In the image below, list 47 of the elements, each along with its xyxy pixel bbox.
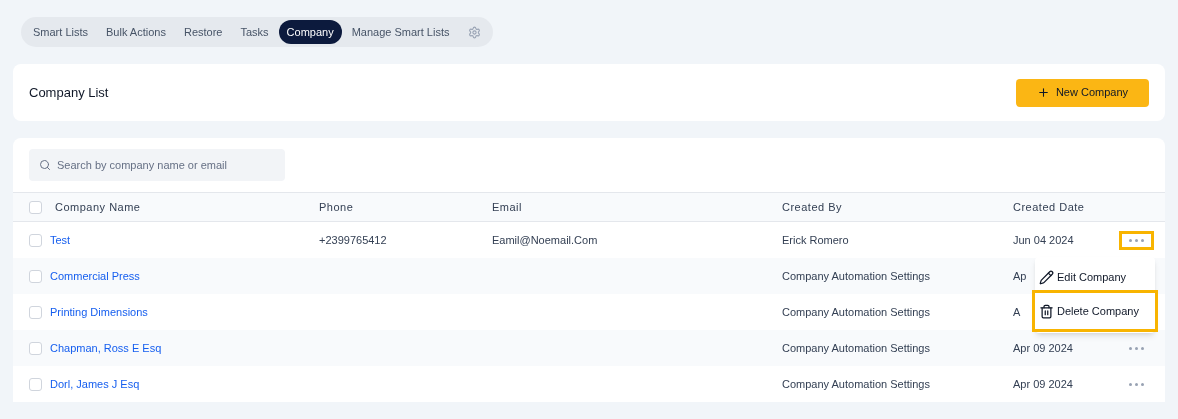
company-link[interactable]: Chapman, Ross E Esq bbox=[50, 339, 162, 357]
settings-icon[interactable] bbox=[467, 25, 481, 39]
table-cell-text: A bbox=[1013, 304, 1021, 320]
search-field[interactable]: Search by company name or email bbox=[29, 149, 285, 181]
company-link[interactable]: Dorl, James J Esq bbox=[50, 375, 140, 393]
tab[interactable]: Smart Lists bbox=[25, 20, 96, 44]
table-cell-text: Company Automation Settings bbox=[782, 268, 931, 284]
table-cell-text: Apr 09 2024 bbox=[1013, 340, 1073, 356]
company-link[interactable]: Printing Dimensions bbox=[50, 303, 148, 321]
table-cell-text: Ap bbox=[1013, 268, 1027, 284]
table-cell-text: Jun 04 2024 bbox=[1013, 232, 1074, 248]
column-header: Created Date bbox=[1013, 199, 1086, 215]
menu-item[interactable]: Delete Company bbox=[1035, 293, 1155, 329]
tab[interactable]: Restore bbox=[175, 20, 231, 44]
tab[interactable]: Manage Smart Lists bbox=[343, 20, 458, 44]
column-header: Email bbox=[492, 199, 523, 215]
trash-icon bbox=[1039, 303, 1054, 319]
table-cell-text: Company Automation Settings bbox=[782, 376, 931, 392]
more-icon[interactable] bbox=[1129, 382, 1144, 386]
table-cell-text: Erick Romero bbox=[782, 232, 850, 248]
column-header: Created By bbox=[782, 199, 844, 215]
checkbox[interactable] bbox=[29, 200, 42, 214]
column-header: Company Name bbox=[55, 199, 141, 215]
search-icon bbox=[39, 159, 51, 171]
pencil-icon bbox=[1039, 269, 1054, 285]
tab[interactable]: Company bbox=[278, 20, 342, 44]
more-icon[interactable] bbox=[1129, 238, 1144, 242]
table-cell-text: Company Automation Settings bbox=[782, 340, 931, 356]
table-cell-text: Apr 09 2024 bbox=[1013, 376, 1073, 392]
tab[interactable]: Bulk Actions bbox=[98, 20, 174, 44]
checkbox[interactable] bbox=[29, 269, 42, 283]
checkbox[interactable] bbox=[29, 305, 42, 319]
checkbox[interactable] bbox=[29, 341, 42, 355]
table-cell: Eamil@Noemail.Com bbox=[492, 233, 598, 246]
checkbox[interactable] bbox=[29, 377, 42, 391]
company-link[interactable]: Commercial Press bbox=[50, 267, 140, 285]
column-header: Phone bbox=[319, 199, 355, 215]
menu-item[interactable]: Edit Company bbox=[1035, 261, 1155, 293]
more-icon[interactable] bbox=[1129, 346, 1144, 350]
checkbox[interactable] bbox=[29, 233, 42, 247]
plus-icon bbox=[1036, 86, 1050, 99]
page-title: Company List bbox=[29, 83, 109, 102]
tab[interactable]: Tasks bbox=[232, 20, 277, 44]
table-cell: +2399765412 bbox=[319, 233, 387, 246]
company-link[interactable]: Test bbox=[50, 231, 71, 249]
table-cell-text: Company Automation Settings bbox=[782, 304, 931, 320]
new-company-button[interactable]: New Company bbox=[1016, 78, 1149, 107]
